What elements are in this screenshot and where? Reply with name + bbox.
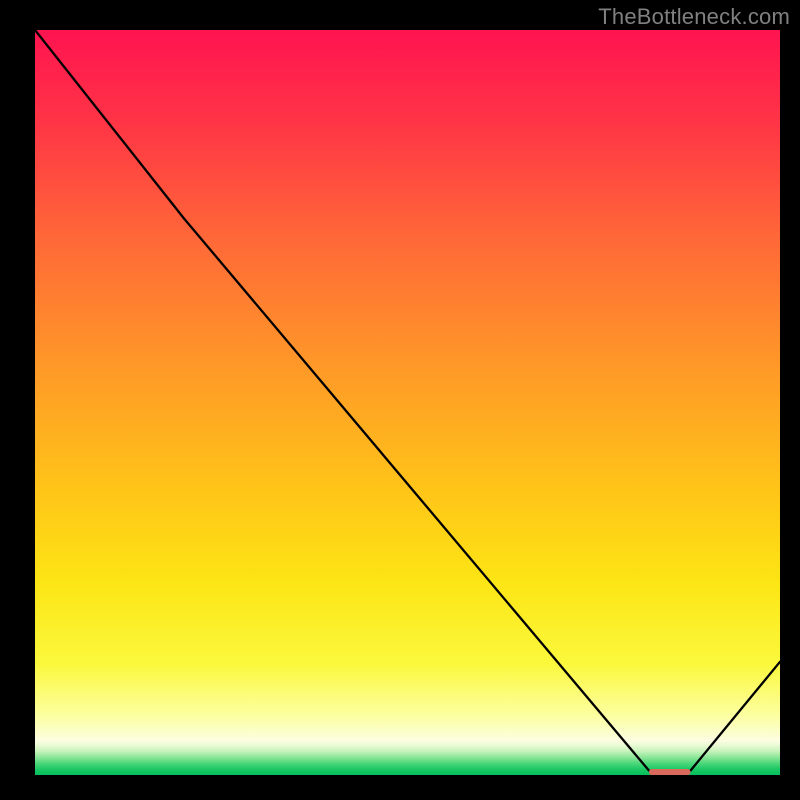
plot-background [35,30,780,775]
bottleneck-chart: TheBottleneck.com [0,0,800,800]
chart-svg [0,0,800,800]
bottleneck-marker [649,769,691,775]
attribution-text: TheBottleneck.com [598,4,790,30]
